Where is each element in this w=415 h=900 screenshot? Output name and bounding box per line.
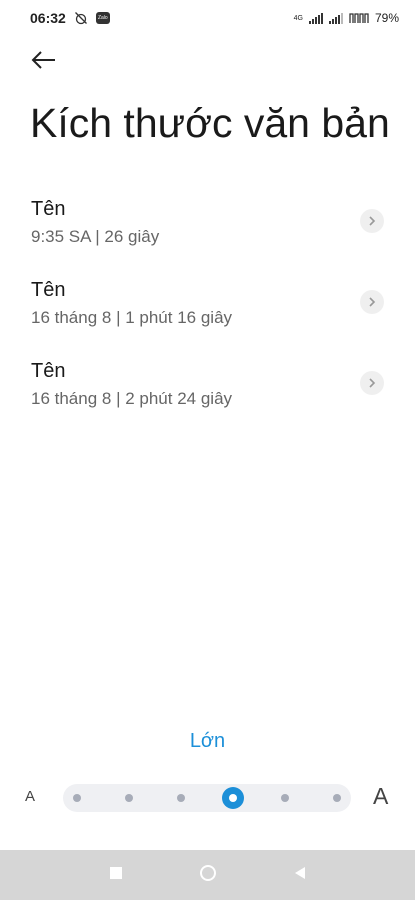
system-back-button[interactable] (289, 864, 311, 886)
small-text-marker: A (25, 788, 36, 805)
slider-step-dot[interactable] (125, 794, 133, 802)
signal-icon (308, 12, 323, 24)
triangle-left-icon (293, 866, 307, 885)
back-button[interactable] (28, 46, 60, 78)
recents-button[interactable] (105, 864, 127, 886)
status-right: 4G 79% (294, 11, 399, 25)
slider-step-dot[interactable] (177, 794, 185, 802)
wifi-icon (349, 12, 369, 24)
large-text-marker: A (373, 783, 389, 809)
slider-step-dot[interactable] (281, 794, 289, 802)
item-title: Tên (31, 360, 66, 382)
list-item[interactable]: Tên 16 tháng 8 | 2 phút 24 giây (0, 352, 415, 433)
recording-list: Tên 9:35 SA | 26 giây Tên 16 tháng 8 | 1… (0, 190, 415, 433)
arrow-left-icon (31, 50, 57, 75)
item-subtitle: 16 tháng 8 | 2 phút 24 giây (31, 389, 233, 408)
item-subtitle: 9:35 SA | 26 giây (31, 227, 160, 246)
chevron-right-icon (360, 209, 384, 233)
status-time: 06:32 (30, 10, 66, 26)
alarm-off-icon (74, 11, 88, 25)
slider-thumb[interactable] (222, 787, 244, 809)
slider-step-dot[interactable] (73, 794, 81, 802)
item-title: Tên (31, 279, 66, 301)
network-type: 4G (293, 14, 303, 22)
list-item[interactable]: Tên 9:35 SA | 26 giây (0, 190, 415, 271)
page-title: Kích thước văn bản (30, 100, 390, 146)
chevron-right-icon (360, 290, 384, 314)
item-subtitle: 16 tháng 8 | 1 phút 16 giây (31, 308, 233, 327)
text-size-label: Lớn (189, 730, 226, 752)
status-left: 06:32 Zalo (30, 10, 110, 26)
slider-step-dot[interactable] (333, 794, 341, 802)
text-size-slider[interactable] (63, 784, 351, 812)
battery-level: 79% (374, 11, 399, 25)
navigation-bar (0, 850, 415, 900)
item-title: Tên (31, 198, 66, 220)
status-bar: 06:32 Zalo 4G 79% (0, 0, 415, 36)
signal-2-icon (328, 12, 343, 24)
chevron-right-icon (360, 371, 384, 395)
zalo-icon: Zalo (95, 12, 110, 24)
circle-icon (199, 864, 217, 887)
square-icon (109, 866, 122, 884)
home-button[interactable] (197, 864, 219, 886)
list-item[interactable]: Tên 16 tháng 8 | 1 phút 16 giây (0, 271, 415, 352)
